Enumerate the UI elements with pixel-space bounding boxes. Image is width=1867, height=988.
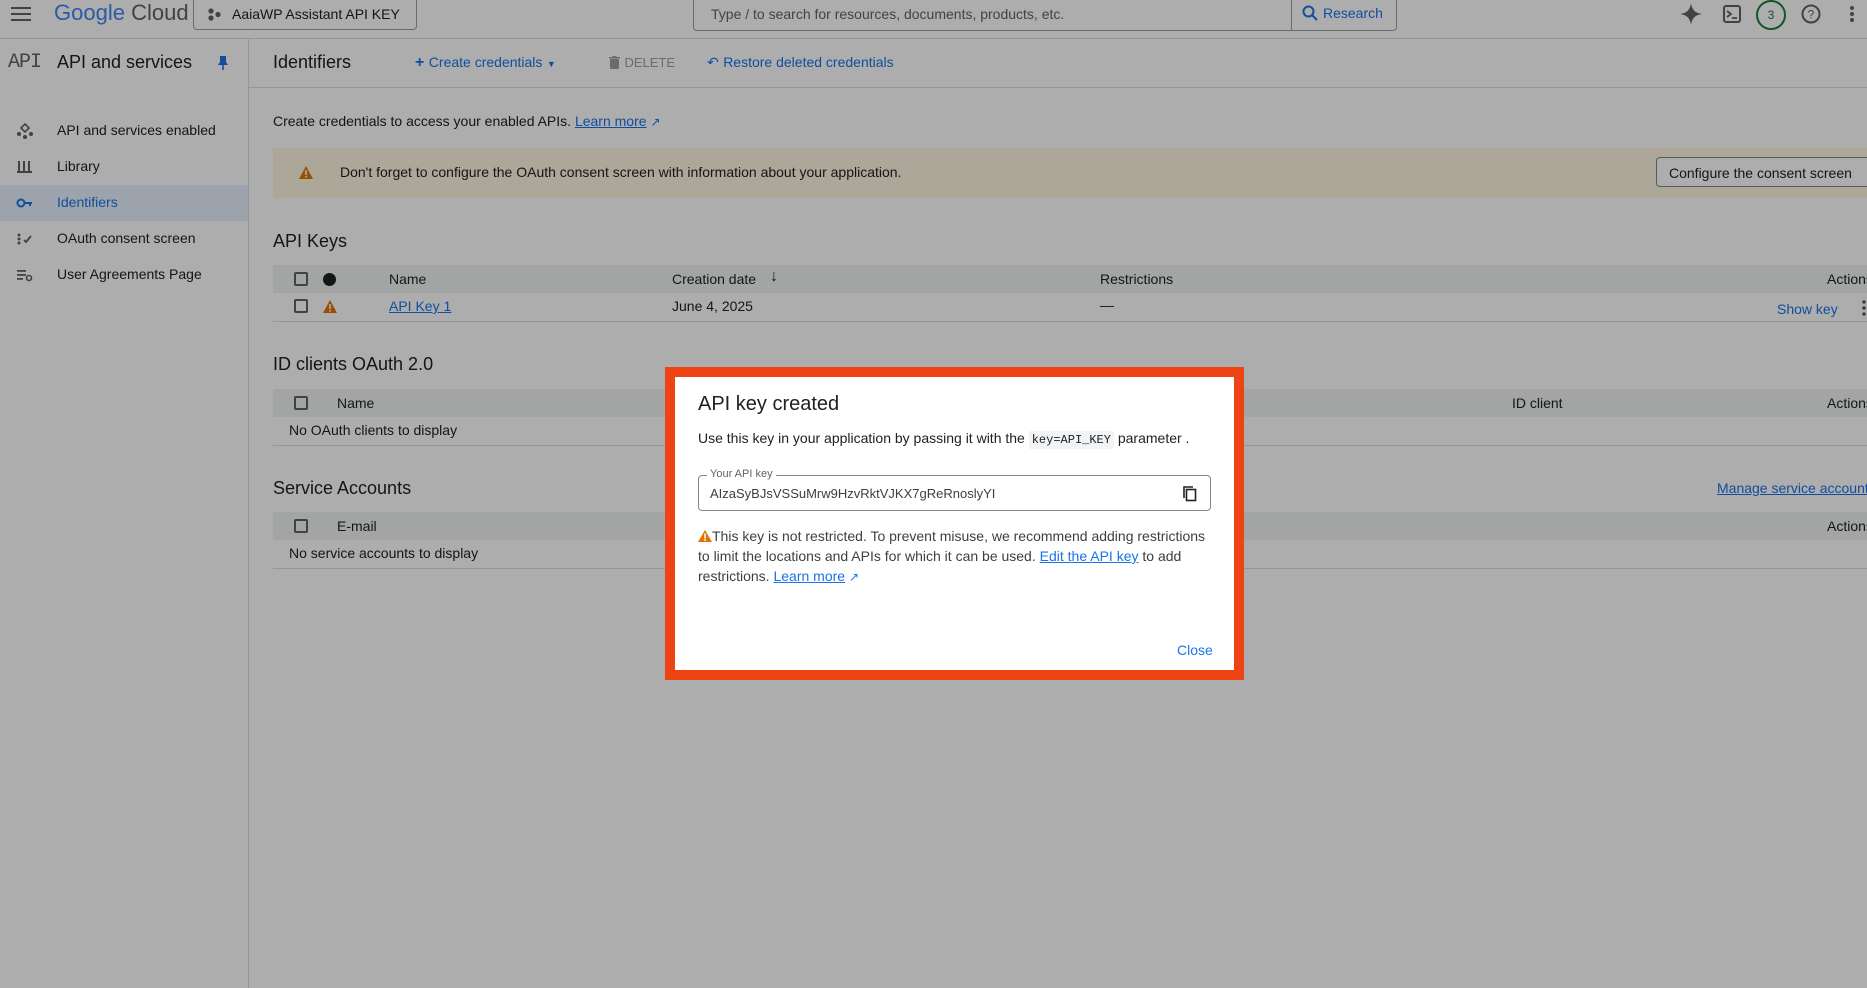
dialog-description: Use this key in your application by pass… xyxy=(698,430,1190,449)
dialog-desc-code: key=API_KEY xyxy=(1028,431,1114,449)
api-key-field[interactable]: Your API key AIzaSyBJsVSSuMrw9HzvRktVJKX… xyxy=(698,468,1211,511)
close-button[interactable]: Close xyxy=(1177,642,1213,658)
api-key-field-label: Your API key xyxy=(707,468,776,480)
edit-api-key-link[interactable]: Edit the API key xyxy=(1040,548,1139,564)
copy-icon[interactable] xyxy=(1183,486,1197,502)
dialog-desc-suffix: parameter . xyxy=(1117,430,1190,446)
api-key-value[interactable]: AIzaSyBJsVSSuMrw9HzvRktVJKX7gReRnoslyYI xyxy=(710,486,995,501)
external-link-icon: ↗ xyxy=(848,570,860,584)
dialog-learn-more-link[interactable]: Learn more xyxy=(773,568,845,584)
restriction-warning: This key is not restricted. To prevent m… xyxy=(698,526,1213,587)
dialog-desc-text: Use this key in your application by pass… xyxy=(698,430,1025,446)
dialog-title: API key created xyxy=(698,393,840,415)
api-key-created-dialog: API key created Use this key in your app… xyxy=(675,377,1234,670)
warning-icon xyxy=(698,530,712,542)
